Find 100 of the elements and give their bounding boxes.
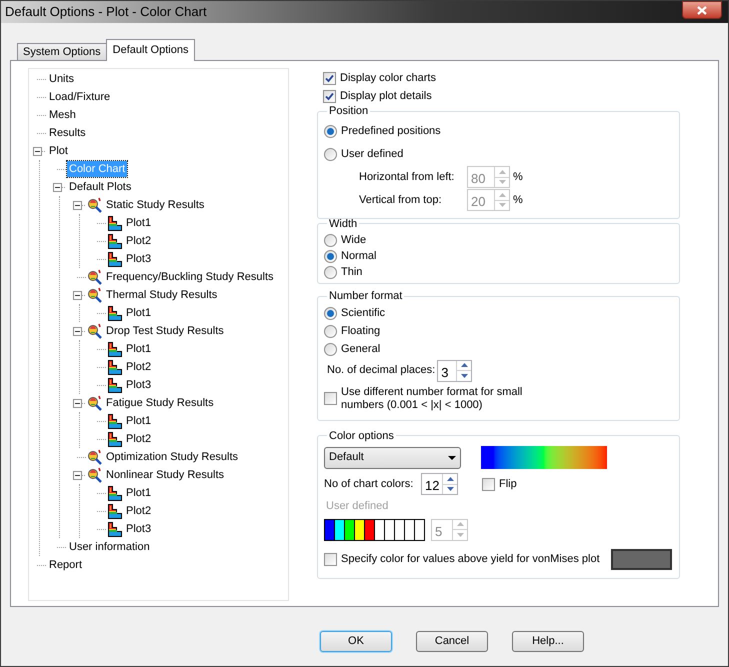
option-label: Normal xyxy=(341,248,376,264)
plot-icon xyxy=(106,358,123,376)
tree-item[interactable]: Plot3 xyxy=(124,376,154,394)
option-label: Floating xyxy=(341,324,380,340)
plot-icon xyxy=(106,430,123,448)
dropdown-arrow-icon xyxy=(448,456,456,460)
magnifier-icon xyxy=(86,286,103,304)
tree-item[interactable]: Nonlinear Study Results xyxy=(104,466,226,484)
checkbox-label: Display color charts xyxy=(340,70,436,86)
option-label: Scientific xyxy=(341,306,386,322)
tree-item[interactable]: Default Plots xyxy=(67,178,134,196)
up-arrow-icon[interactable] xyxy=(460,363,468,368)
plot-icon xyxy=(106,304,123,322)
tab[interactable]: Default Options xyxy=(106,39,196,61)
plot-icon xyxy=(106,214,123,232)
group-title: Position xyxy=(328,104,370,119)
tree-item[interactable]: Plot1 xyxy=(124,412,154,430)
option-label: Wide xyxy=(341,232,366,248)
expand-toggle[interactable] xyxy=(73,290,82,300)
checkbox-label: Specify color for values above yield for vonMises plot xyxy=(341,552,600,567)
tree-item[interactable]: Plot1 xyxy=(124,340,154,358)
dropdown[interactable]: Default xyxy=(324,446,461,468)
tree-item[interactable]: Thermal Study Results xyxy=(104,286,220,304)
unit-label: % xyxy=(513,192,523,208)
plot-icon xyxy=(106,250,123,268)
tree-item[interactable]: Plot3 xyxy=(124,520,154,538)
tree-item[interactable]: Plot1 xyxy=(124,484,154,502)
tree-item[interactable]: Report xyxy=(47,556,84,574)
spin-field[interactable]: 12 xyxy=(421,473,458,495)
tree-item[interactable]: Plot1 xyxy=(124,304,154,322)
down-arrow-icon[interactable] xyxy=(460,374,468,378)
magnifier-icon xyxy=(86,268,103,286)
field-label: No of chart colors: xyxy=(324,476,414,492)
plot-icon xyxy=(106,520,123,538)
radio-button[interactable] xyxy=(324,325,337,338)
magnifier-icon xyxy=(86,196,103,214)
close-button[interactable] xyxy=(682,1,722,19)
tree-item[interactable]: Mesh xyxy=(47,106,78,124)
expand-toggle[interactable] xyxy=(73,470,82,480)
plot-icon xyxy=(106,484,123,502)
tree-item[interactable]: Plot2 xyxy=(124,502,154,520)
field-label: Vertical from top: xyxy=(359,192,443,208)
tree-item[interactable]: Units xyxy=(47,70,76,88)
tree-item[interactable]: Load/Fixture xyxy=(47,88,112,106)
checkbox[interactable] xyxy=(324,392,337,405)
spin-field[interactable]: 3 xyxy=(437,360,472,382)
option-label: User defined xyxy=(341,146,404,162)
tree-item[interactable]: Plot2 xyxy=(124,358,154,376)
checkbox-label: Display plot details xyxy=(340,88,432,104)
plot-icon xyxy=(106,412,123,430)
field-label: Horizontal from left: xyxy=(359,170,456,185)
down-arrow-icon[interactable] xyxy=(446,487,454,492)
checkbox[interactable] xyxy=(323,72,336,84)
option-label: Predefined positions xyxy=(341,124,441,139)
radio-button[interactable] xyxy=(324,148,337,160)
radio-button[interactable] xyxy=(324,343,337,356)
radio-button[interactable] xyxy=(324,234,337,246)
tree-item[interactable]: Frequency/Buckling Study Results xyxy=(104,268,276,286)
dialog-button[interactable]: OK xyxy=(320,631,392,652)
up-arrow-icon[interactable] xyxy=(446,476,454,481)
tab[interactable]: System Options xyxy=(17,43,107,61)
expand-toggle[interactable] xyxy=(73,398,82,408)
checkbox-label: Use different number format for small numbers (0.001 < |x| < 1000) xyxy=(341,386,524,412)
plot-icon xyxy=(106,232,123,250)
option-label: Thin xyxy=(341,264,362,280)
tree-item[interactable]: Fatigue Study Results xyxy=(104,394,216,412)
tree-item[interactable]: Optimization Study Results xyxy=(104,448,240,466)
tree-item[interactable]: Plot1 xyxy=(124,214,154,232)
tree-item[interactable]: Plot xyxy=(47,142,70,160)
expand-toggle[interactable] xyxy=(53,182,62,192)
dialog-button[interactable]: Help... xyxy=(512,631,584,652)
radio-button[interactable] xyxy=(324,266,337,278)
tree-item[interactable]: Drop Test Study Results xyxy=(104,322,226,340)
checkbox[interactable] xyxy=(323,90,336,102)
magnifier-icon xyxy=(86,322,103,340)
dialog-button[interactable]: Cancel xyxy=(416,631,488,652)
tree-item[interactable]: Plot3 xyxy=(124,250,154,268)
window-title: Default Options - Plot - Color Chart xyxy=(4,3,207,22)
tree-item[interactable]: Results xyxy=(47,124,88,142)
expand-toggle[interactable] xyxy=(33,146,42,156)
checkbox[interactable] xyxy=(324,552,337,566)
plot-icon xyxy=(106,502,123,520)
tree-item[interactable]: Plot2 xyxy=(124,430,154,448)
checkbox[interactable] xyxy=(482,478,495,490)
color-well[interactable] xyxy=(610,548,672,570)
group-title: Color options xyxy=(328,428,395,444)
group-title: Number format xyxy=(328,289,404,304)
plot-icon xyxy=(106,376,123,394)
tree-item[interactable]: Plot2 xyxy=(124,232,154,250)
tree-item[interactable]: User information xyxy=(67,538,152,556)
unit-label: % xyxy=(513,170,523,185)
radio-button[interactable] xyxy=(324,250,337,262)
field-label: No. of decimal places: xyxy=(327,363,436,378)
expand-toggle[interactable] xyxy=(73,200,82,210)
radio-button[interactable] xyxy=(324,307,337,320)
magnifier-icon xyxy=(86,394,103,412)
expand-toggle[interactable] xyxy=(73,326,82,336)
radio-button[interactable] xyxy=(324,124,337,138)
checkbox-label: Flip xyxy=(499,476,517,492)
tree-item[interactable]: Static Study Results xyxy=(104,196,206,214)
